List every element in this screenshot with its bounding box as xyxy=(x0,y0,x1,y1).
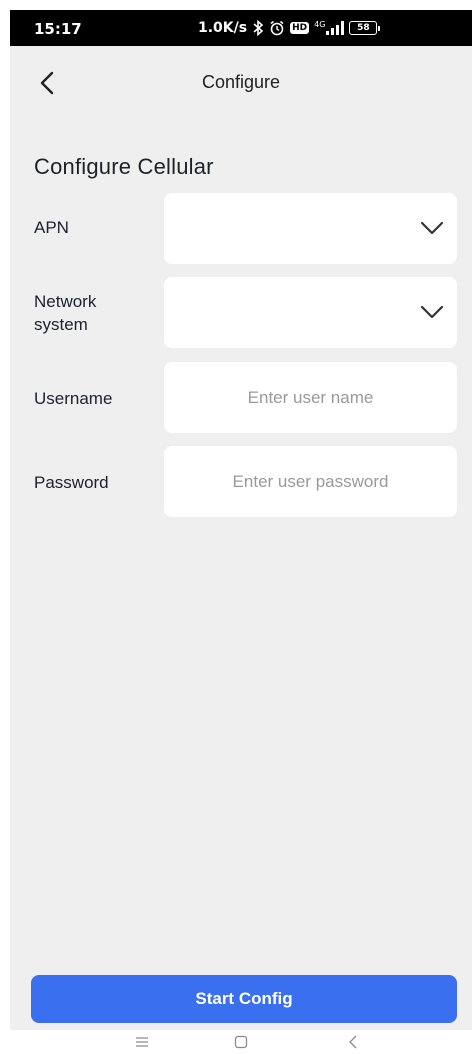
status-time: 15:17 xyxy=(34,20,82,38)
section-title: Configure Cellular xyxy=(34,154,214,179)
menu-icon xyxy=(136,1037,148,1047)
home-icon xyxy=(234,1035,248,1049)
navigation-bar xyxy=(10,1030,472,1054)
username-input[interactable] xyxy=(164,362,457,433)
username-field-wrap xyxy=(164,362,457,433)
signal-label: 4G xyxy=(314,20,326,29)
back-icon xyxy=(349,1035,357,1049)
username-label: Username xyxy=(34,389,113,408)
password-field-wrap xyxy=(164,446,457,517)
chevron-down-icon xyxy=(420,305,444,319)
hd-icon: HD xyxy=(290,22,310,34)
network-system-select[interactable] xyxy=(164,277,457,348)
battery-icon: 58 xyxy=(349,21,381,35)
start-config-button[interactable]: Start Config xyxy=(31,975,457,1023)
password-label: Password xyxy=(34,473,109,492)
signal-icon: 4G xyxy=(314,20,345,35)
status-bar: 15:17 1.0K/s HD 4G 58 xyxy=(10,10,472,46)
network-speed: 1.0K/s xyxy=(198,20,248,36)
home-button[interactable] xyxy=(226,1030,256,1054)
network-system-label: Network system xyxy=(34,292,97,334)
menu-button[interactable] xyxy=(127,1030,157,1054)
battery-level: 58 xyxy=(349,21,378,35)
bluetooth-icon xyxy=(252,20,264,36)
app-screen: 15:17 1.0K/s HD 4G 58 Configure Configur… xyxy=(10,10,472,1054)
password-input[interactable] xyxy=(164,446,457,517)
nav-back-button[interactable] xyxy=(338,1030,368,1054)
page-title: Configure xyxy=(201,72,281,92)
header: Configure xyxy=(10,46,472,118)
alarm-icon xyxy=(269,20,285,36)
chevron-down-icon xyxy=(420,221,444,235)
apn-label: APN xyxy=(34,218,69,237)
apn-select[interactable] xyxy=(164,193,457,264)
status-icons: 1.0K/s HD 4G 58 xyxy=(198,18,381,38)
